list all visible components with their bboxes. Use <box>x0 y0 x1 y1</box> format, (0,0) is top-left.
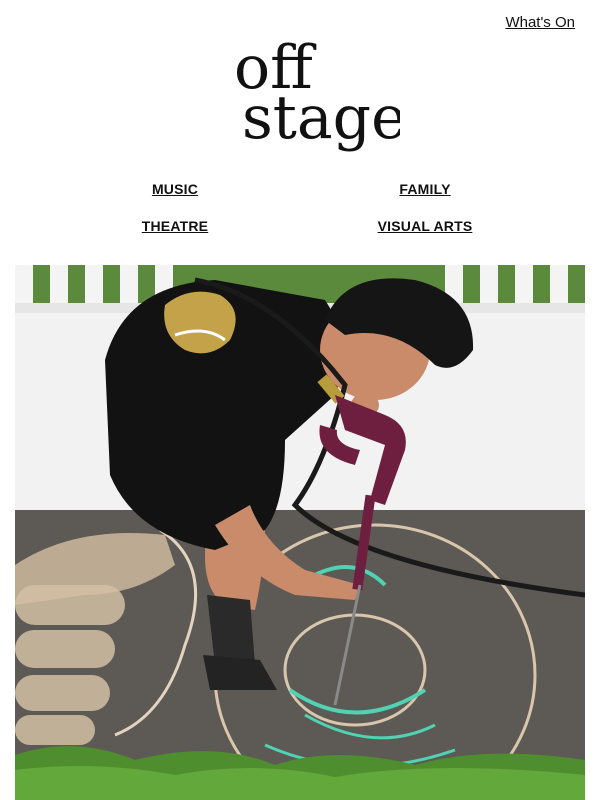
offstage-logo[interactable]: off stage <box>0 40 600 160</box>
logo-mark: off stage <box>234 40 400 153</box>
nav-theatre-link[interactable]: THEATRE <box>50 214 300 251</box>
nav-visual-arts-link[interactable]: VISUAL ARTS <box>300 214 550 251</box>
logo-word-stage: stage <box>242 83 400 153</box>
category-nav: MUSIC FAMILY THEATRE VISUAL ARTS <box>50 177 550 251</box>
grass-foreground-light <box>15 766 585 800</box>
nav-music-link[interactable]: MUSIC <box>50 177 300 214</box>
hero-image[interactable] <box>15 265 585 800</box>
nav-family-link[interactable]: FAMILY <box>300 177 550 214</box>
whats-on-link[interactable]: What's On <box>505 14 575 31</box>
hero-illustration <box>15 265 585 800</box>
